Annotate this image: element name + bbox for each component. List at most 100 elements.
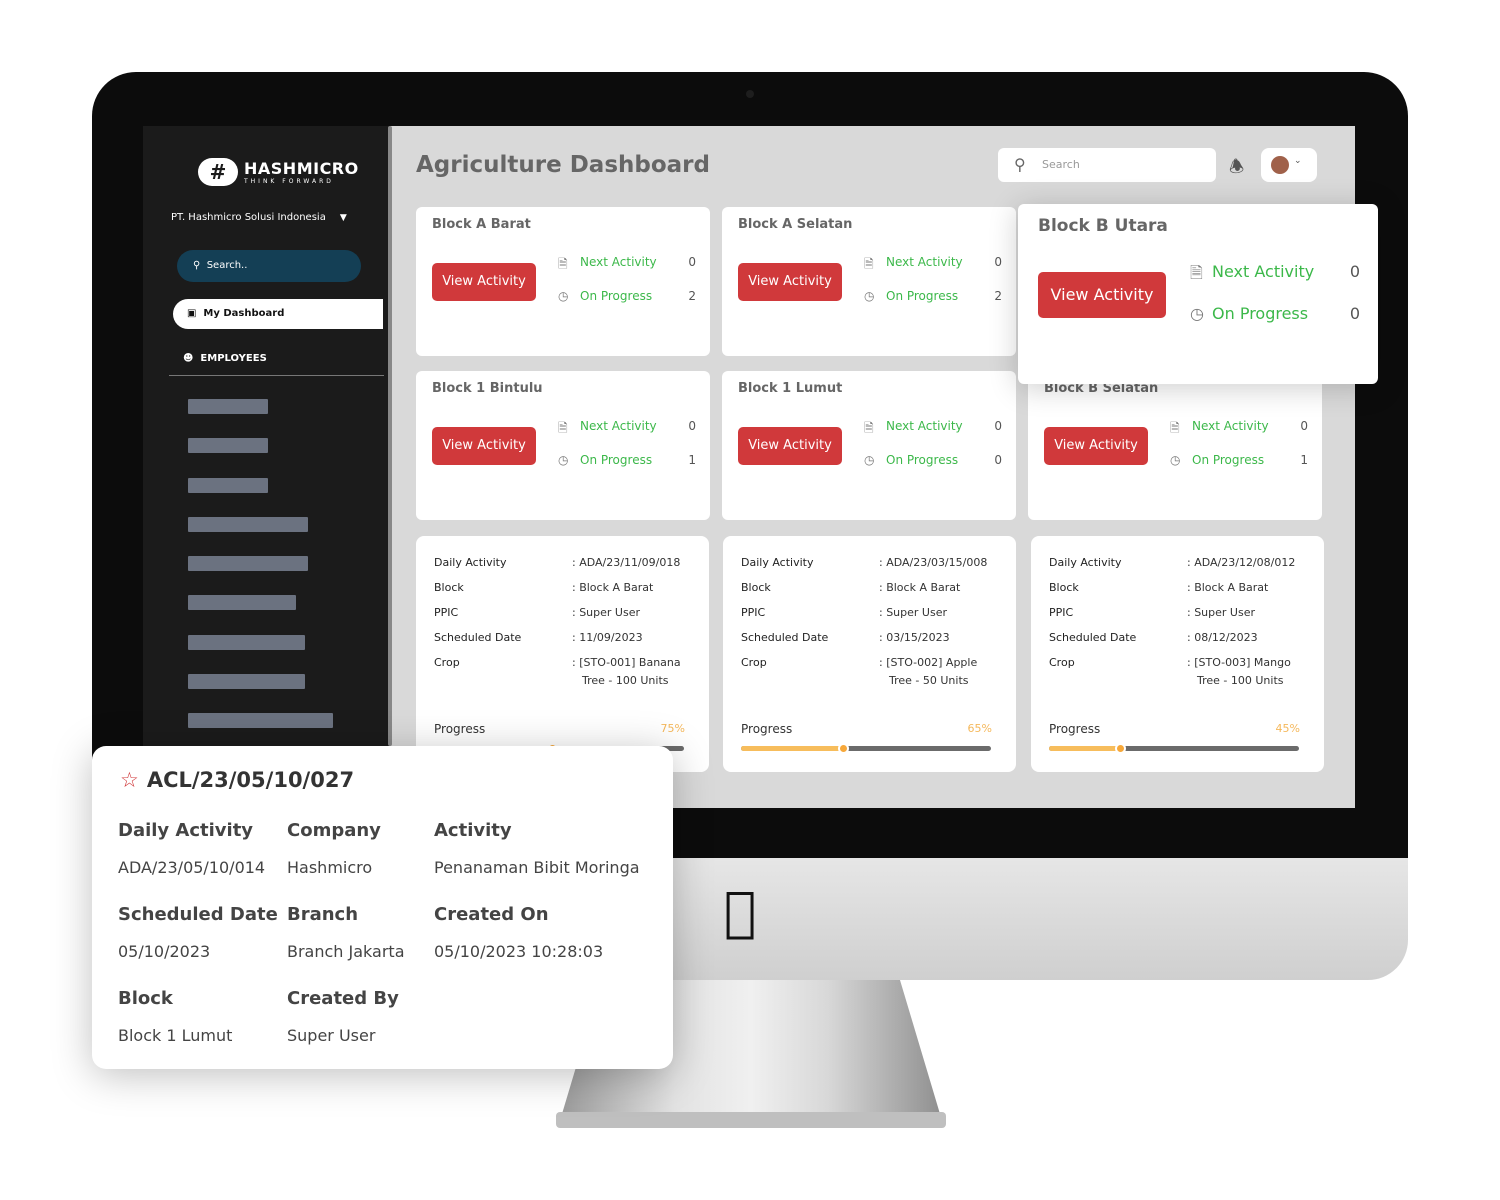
status-row-next[interactable]: 🗎 Next Activity 0 bbox=[558, 255, 696, 276]
status-row-progress[interactable]: ◷ On Progress 2 bbox=[864, 289, 1002, 303]
sidebar-menu-item[interactable] bbox=[188, 517, 308, 532]
view-activity-button[interactable]: View Activity bbox=[432, 263, 536, 301]
value: Super User bbox=[1194, 606, 1255, 619]
field-label: PPIC bbox=[1049, 606, 1074, 619]
status-label: Next Activity bbox=[886, 255, 963, 269]
value: [STO-002] Apple bbox=[886, 656, 978, 669]
value: [STO-001] Banana bbox=[579, 656, 681, 669]
value: Block A Barat bbox=[1194, 581, 1269, 594]
company-name: PT. Hashmicro Solusi Indonesia bbox=[171, 212, 326, 223]
progress-label: Progress bbox=[741, 722, 793, 736]
caret-down-icon: ▼ bbox=[339, 213, 347, 223]
sidebar-scrollbar[interactable] bbox=[388, 126, 392, 746]
sidebar-item-my-dashboard[interactable]: ▣ My Dashboard bbox=[173, 299, 383, 329]
value: Super User bbox=[886, 606, 947, 619]
status-count: 0 bbox=[994, 255, 1002, 269]
block-card: Block B Selatan View Activity 🗎 Next Activi… bbox=[1028, 371, 1322, 520]
field-label: Scheduled Date bbox=[434, 631, 522, 644]
clock-icon: ◷ bbox=[558, 453, 569, 467]
field-label: Crop bbox=[1049, 656, 1075, 669]
popup-field-value: 05/10/2023 bbox=[118, 942, 211, 961]
sidebar: # HASHMICRO THINK FORWARD PT. Hashmicro S… bbox=[143, 126, 390, 808]
user-menu[interactable]: ⌄ bbox=[1261, 148, 1317, 182]
view-activity-button[interactable]: View Activity bbox=[1038, 272, 1166, 318]
users-icon: ☻ bbox=[183, 353, 194, 364]
brand-tagline: THINK FORWARD bbox=[244, 178, 334, 185]
popup-field-value: Block 1 Lumut bbox=[118, 1026, 233, 1045]
sidebar-section-employees[interactable]: ☻ EMPLOYEES bbox=[183, 353, 267, 364]
value: Super User bbox=[579, 606, 640, 619]
field-label: Daily Activity bbox=[1049, 556, 1122, 569]
sidebar-menu-item[interactable] bbox=[188, 556, 308, 571]
status-count: 2 bbox=[994, 289, 1002, 303]
search-input[interactable]: ⚲ Search bbox=[998, 148, 1216, 182]
block-card: Block A Selatan View Activity 🗎 Next Activi… bbox=[722, 207, 1016, 356]
status-label: Next Activity bbox=[886, 419, 963, 433]
popup-field-value: Super User bbox=[287, 1026, 376, 1045]
view-activity-button[interactable]: View Activity bbox=[432, 427, 536, 465]
sidebar-menu-item[interactable] bbox=[188, 713, 333, 728]
field-label: PPIC bbox=[741, 606, 766, 619]
bell-icon[interactable]: 🕭 bbox=[1229, 154, 1244, 183]
activity-card: Daily Activity: ADA/23/11/09/018 Block: B… bbox=[416, 536, 709, 772]
field-value: : ADA/23/03/15/008 bbox=[879, 556, 987, 569]
status-row-progress[interactable]: ◷ On Progress 0 bbox=[1190, 304, 1360, 323]
status-row-next[interactable]: 🗎 Next Activity 0 bbox=[1190, 262, 1360, 289]
cloud-logo-icon: # bbox=[198, 158, 238, 186]
status-count: 0 bbox=[1349, 304, 1360, 323]
calendar-clock-icon: 🗎 bbox=[558, 257, 568, 271]
progress-knob bbox=[1114, 743, 1126, 754]
brand-name: HASHMICRO bbox=[244, 159, 359, 178]
field-value: : 08/12/2023 bbox=[1187, 631, 1258, 644]
value: [STO-003] Mango bbox=[1194, 656, 1291, 669]
field-value: : ADA/23/11/09/018 bbox=[572, 556, 680, 569]
status-row-progress[interactable]: ◷ On Progress 0 bbox=[864, 453, 1002, 467]
company-selector[interactable]: PT. Hashmicro Solusi Indonesia ▼ bbox=[171, 212, 347, 223]
status-row-next[interactable]: 🗎 Next Activity 0 bbox=[864, 255, 1002, 276]
field-label: Block bbox=[741, 581, 771, 594]
value: ADA/23/12/08/012 bbox=[1194, 556, 1296, 569]
clock-icon: ◷ bbox=[864, 289, 875, 303]
status-row-next[interactable]: 🗎 Next Activity 0 bbox=[558, 419, 696, 440]
divider bbox=[169, 375, 384, 376]
field-value: : [STO-002] Apple bbox=[879, 656, 977, 669]
sidebar-search[interactable]: ⚲ Search.. bbox=[177, 250, 361, 282]
calendar-clock-icon: 🗎 bbox=[864, 421, 874, 435]
sidebar-section-label: EMPLOYEES bbox=[200, 353, 267, 364]
page-title: Agriculture Dashboard bbox=[416, 152, 710, 178]
view-activity-button[interactable]: View Activity bbox=[738, 427, 842, 465]
star-icon[interactable]: ☆ bbox=[120, 768, 139, 792]
status-label: Next Activity bbox=[580, 255, 657, 269]
sidebar-menu-item[interactable] bbox=[188, 595, 296, 610]
field-value: : 03/15/2023 bbox=[879, 631, 950, 644]
view-activity-button[interactable]: View Activity bbox=[738, 263, 842, 301]
calendar-clock-icon: 🗎 bbox=[864, 257, 874, 271]
popup-field-label: Created On bbox=[434, 904, 549, 925]
status-count: 1 bbox=[688, 453, 696, 467]
progress-knob bbox=[838, 743, 850, 754]
status-count: 0 bbox=[994, 419, 1002, 433]
field-value: : ADA/23/12/08/012 bbox=[1187, 556, 1295, 569]
status-count: 0 bbox=[994, 453, 1002, 467]
sidebar-menu-item[interactable] bbox=[188, 674, 305, 689]
status-row-progress[interactable]: ◷ On Progress 1 bbox=[558, 453, 696, 467]
status-row-next[interactable]: 🗎 Next Activity 0 bbox=[1170, 419, 1308, 440]
view-activity-button[interactable]: View Activity bbox=[1044, 427, 1148, 465]
status-row-next[interactable]: 🗎 Next Activity 0 bbox=[864, 419, 1002, 440]
chevron-down-icon: ⌄ bbox=[1294, 156, 1302, 166]
sidebar-menu-item[interactable] bbox=[188, 478, 268, 493]
status-count: 0 bbox=[1300, 419, 1308, 433]
status-count: 2 bbox=[688, 289, 696, 303]
status-row-progress[interactable]: ◷ On Progress 2 bbox=[558, 289, 696, 303]
sidebar-menu-item[interactable] bbox=[188, 399, 268, 414]
field-label: Crop bbox=[741, 656, 767, 669]
field-value: : Block A Barat bbox=[879, 581, 960, 594]
monitor-base bbox=[556, 1112, 946, 1128]
sidebar-menu-item[interactable] bbox=[188, 438, 268, 453]
status-row-progress[interactable]: ◷ On Progress 1 bbox=[1170, 453, 1308, 467]
popup-title: ACL/23/05/10/027 bbox=[146, 768, 355, 792]
sidebar-menu-item[interactable] bbox=[188, 635, 305, 650]
calendar-clock-icon: 🗎 bbox=[1190, 263, 1203, 282]
sidebar-search-placeholder: Search.. bbox=[206, 260, 248, 271]
popup-field-label: Company bbox=[287, 820, 381, 841]
